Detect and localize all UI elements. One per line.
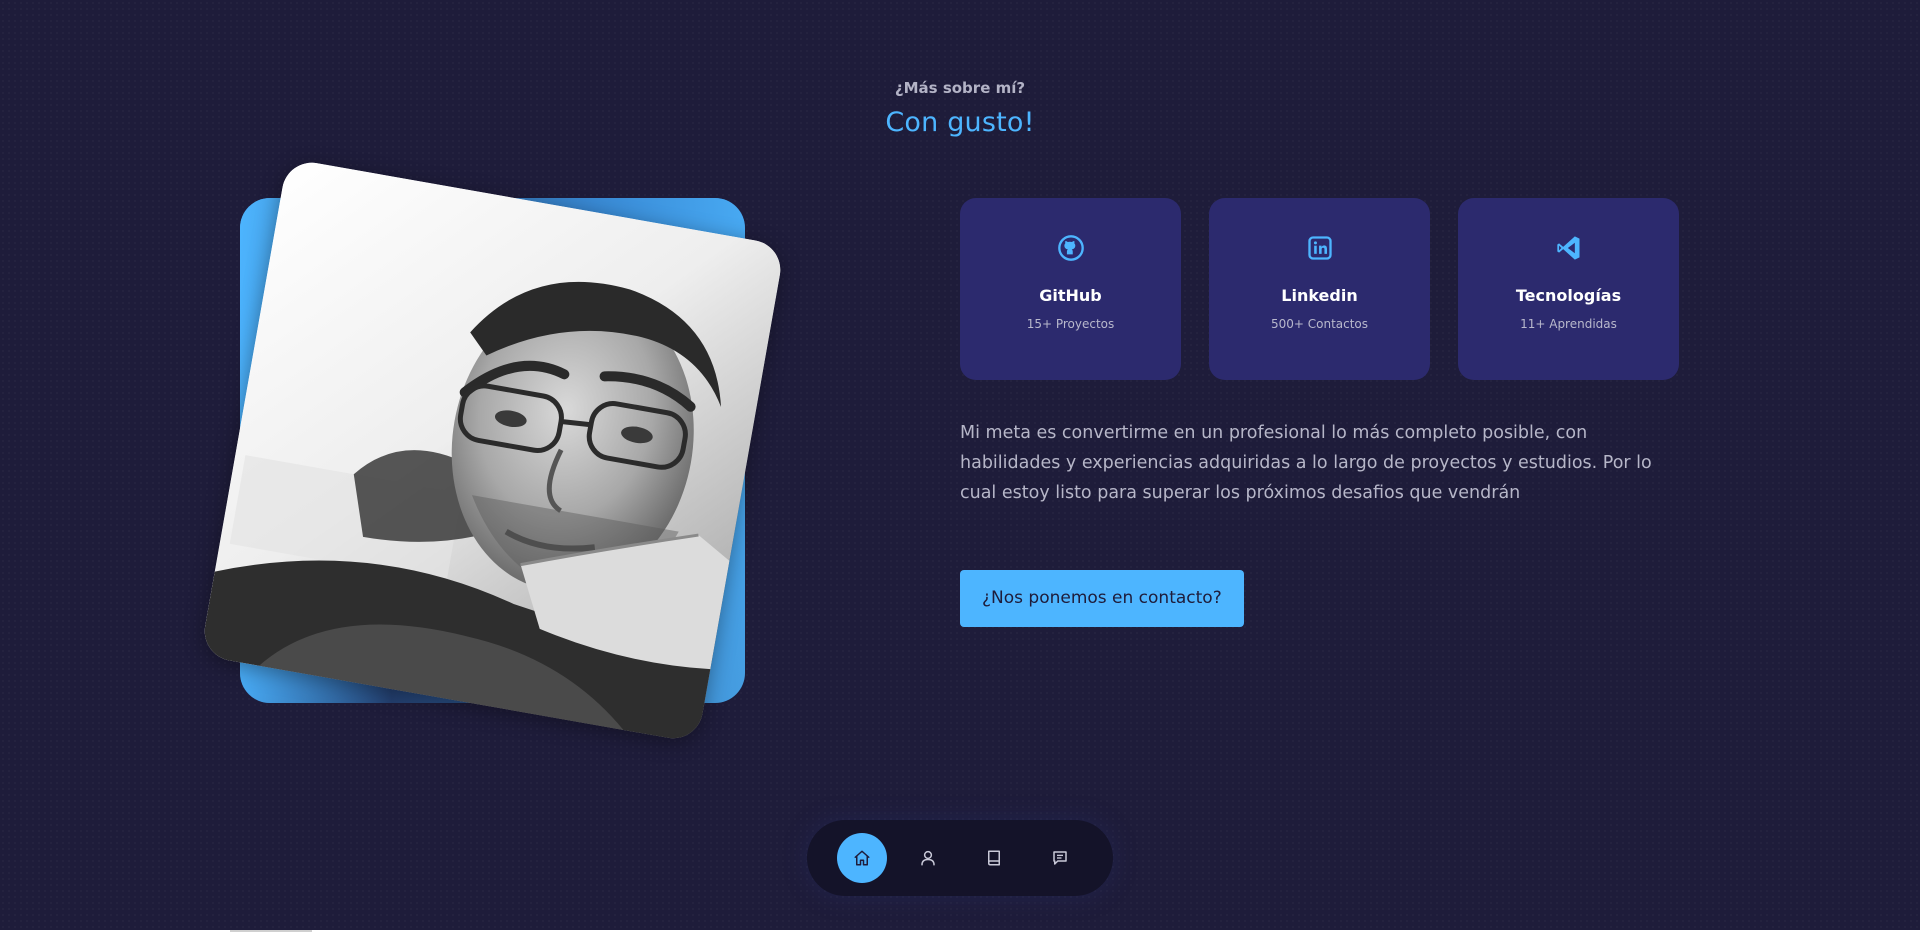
linkedin-icon — [1307, 236, 1332, 260]
card-subtitle: 11+ Aprendidas — [1520, 317, 1617, 331]
about-cards: GitHub 15+ Proyectos Linkedin 500+ Conta… — [960, 198, 1680, 380]
profile-photo — [199, 157, 786, 744]
nav-about[interactable] — [903, 833, 953, 883]
bottom-navigation — [807, 820, 1113, 896]
section-header: ¿Más sobre mí? Con gusto! — [0, 78, 1920, 140]
card-subtitle: 500+ Contactos — [1270, 317, 1369, 331]
home-icon — [854, 850, 870, 866]
message-icon — [1053, 851, 1067, 865]
section-subtitle: ¿Más sobre mí? — [894, 79, 1026, 97]
scrollbar-thumb[interactable] — [230, 930, 312, 932]
contact-button[interactable]: ¿Nos ponemos en contacto? — [960, 569, 1244, 627]
card-github[interactable]: GitHub 15+ Proyectos — [960, 198, 1181, 380]
nav-contact[interactable] — [1035, 833, 1085, 883]
profile-photo-illustration — [199, 157, 786, 744]
vscode-icon — [1556, 236, 1579, 260]
card-subtitle: 15+ Proyectos — [1026, 317, 1115, 331]
book-icon — [988, 850, 1000, 866]
user-icon — [921, 850, 935, 866]
section-title: Con gusto! — [885, 107, 1035, 138]
about-image-container — [199, 157, 786, 744]
about-content: GitHub 15+ Proyectos Linkedin 500+ Conta… — [960, 198, 1680, 627]
card-technologies[interactable]: Tecnologías 11+ Aprendidas — [1458, 198, 1679, 380]
card-title: GitHub — [1039, 286, 1102, 305]
about-description: Mi meta es convertirme en un profesional… — [960, 423, 1652, 503]
card-title: Linkedin — [1281, 286, 1358, 305]
nav-home[interactable] — [837, 833, 887, 883]
nav-experience[interactable] — [969, 833, 1019, 883]
github-icon — [1057, 235, 1084, 261]
card-linkedin[interactable]: Linkedin 500+ Contactos — [1209, 198, 1430, 380]
card-title: Tecnologías — [1515, 286, 1622, 305]
